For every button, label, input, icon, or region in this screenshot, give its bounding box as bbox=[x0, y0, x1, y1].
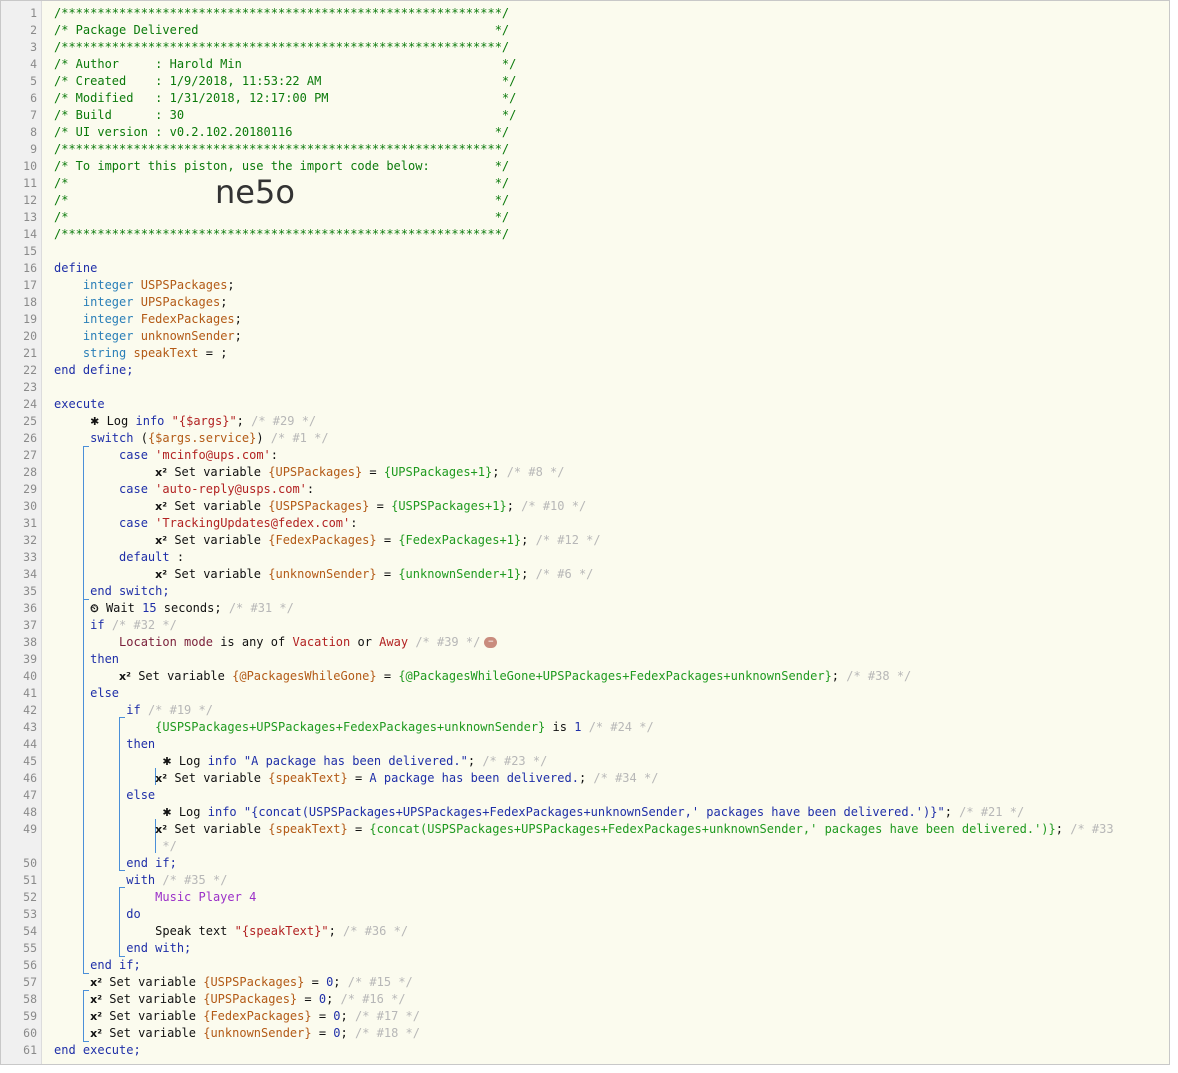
code-line[interactable]: 31 case 'TrackingUpdates@fedex.com': bbox=[1, 515, 1169, 532]
device-name: Music Player 4 bbox=[155, 890, 257, 904]
code-line: 20 integer unknownSender; bbox=[23, 329, 242, 343]
code-line[interactable]: 34 x² Set variable {unknownSender} = {un… bbox=[1, 566, 1169, 583]
code-line: 2/* Package Delivered */ bbox=[30, 23, 510, 37]
code-line: 13/* */ bbox=[23, 210, 510, 224]
code-lines: 1/**************************************… bbox=[1, 5, 1169, 1059]
code-line[interactable]: 56 end if; bbox=[1, 957, 1169, 974]
variable-icon: x² bbox=[155, 500, 168, 513]
code-line: 24 execute bbox=[23, 397, 105, 411]
code-line[interactable]: 32 x² Set variable {FedexPackages} = {Fe… bbox=[1, 532, 1169, 549]
code-line[interactable]: 46 x² Set variable {speakText} = A packa… bbox=[1, 770, 1169, 787]
code-line: 21 string speakText = ; bbox=[23, 346, 228, 360]
variable-icon: x² bbox=[155, 568, 168, 581]
code-line: 1/**************************************… bbox=[30, 6, 510, 20]
code-line[interactable]: 25 ✱ Log info "{$args}"; /* #29 */ bbox=[1, 413, 1169, 430]
code-line: 11/* */ bbox=[23, 176, 510, 190]
code-line[interactable]: 44 then bbox=[1, 736, 1169, 753]
code-line[interactable]: 52 Music Player 4 bbox=[1, 889, 1169, 906]
code-line: 7/* Build : 30 */ bbox=[30, 108, 517, 122]
clock-icon: ⏲ bbox=[90, 602, 99, 615]
code-line[interactable]: 51 with /* #35 */ bbox=[1, 872, 1169, 889]
code-line[interactable]: 36 ⏲ Wait 15 seconds; /* #31 */ bbox=[1, 600, 1169, 617]
variable-icon: x² bbox=[90, 1010, 103, 1023]
code-line[interactable]: 54 Speak text "{speakText}"; /* #36 */ bbox=[1, 923, 1169, 940]
code-line[interactable]: 57 x² Set variable {USPSPackages} = 0; /… bbox=[1, 974, 1169, 991]
code-line[interactable]: 49 x² Set variable {speakText} = {concat… bbox=[1, 821, 1169, 838]
code-line[interactable]: 37 if /* #32 */ bbox=[1, 617, 1169, 634]
code-line[interactable]: 38 Location mode is any of Vacation or A… bbox=[1, 634, 1169, 651]
code-line[interactable]: 42 if /* #19 */ bbox=[1, 702, 1169, 719]
variable-icon: x² bbox=[119, 670, 131, 683]
code-line: 4/* Author : Harold Min */ bbox=[30, 57, 517, 71]
code-line[interactable]: 26 switch ({$args.service}) /* #1 */ bbox=[1, 430, 1169, 447]
piston-code-editor: 1/**************************************… bbox=[0, 0, 1170, 1065]
variable-icon: x² bbox=[155, 534, 168, 547]
code-line: 8/* UI version : v0.2.102.20180116 */ bbox=[30, 125, 510, 139]
code-line[interactable]: 35 end switch; bbox=[1, 583, 1169, 600]
code-line[interactable]: 50 end if; bbox=[1, 855, 1169, 872]
variable-icon: x² bbox=[155, 772, 168, 785]
variable-icon: x² bbox=[90, 1027, 103, 1040]
code-line[interactable]: 29 case 'auto-reply@usps.com': bbox=[1, 481, 1169, 498]
code-line: 18 integer UPSPackages; bbox=[23, 295, 228, 309]
code-line: 19 integer FedexPackages; bbox=[23, 312, 242, 326]
code-line[interactable]: 59 x² Set variable {FedexPackages} = 0; … bbox=[1, 1008, 1169, 1025]
code-line: 6/* Modified : 1/31/2018, 12:17:00 PM */ bbox=[30, 91, 517, 105]
code-line[interactable]: 47 else bbox=[1, 787, 1169, 804]
code-line[interactable]: 28 x² Set variable {UPSPackages} = {UPSP… bbox=[1, 464, 1169, 481]
code-line[interactable]: 53 do bbox=[1, 906, 1169, 923]
variable-icon: x² bbox=[155, 823, 168, 836]
code-line[interactable]: 58 x² Set variable {UPSPackages} = 0; /*… bbox=[1, 991, 1169, 1008]
code-line[interactable]: 27 case 'mcinfo@ups.com': bbox=[1, 447, 1169, 464]
code-line: 10/* To import this piston, use the impo… bbox=[23, 159, 510, 173]
code-line: 23 bbox=[23, 380, 37, 394]
code-line[interactable]: 30 x² Set variable {USPSPackages} = {USP… bbox=[1, 498, 1169, 515]
import-code: ne5o bbox=[215, 173, 295, 211]
bug-icon: ✱ bbox=[90, 415, 100, 428]
code-line[interactable]: 45 ✱ Log info "A package has been delive… bbox=[1, 753, 1169, 770]
code-line[interactable]: 43 {USPSPackages+UPSPackages+FedexPackag… bbox=[1, 719, 1169, 736]
code-line: 3/**************************************… bbox=[30, 40, 510, 54]
code-line: 12/* */ne5o bbox=[23, 173, 510, 211]
code-line[interactable]: 39 then bbox=[1, 651, 1169, 668]
code-line[interactable]: 40 x² Set variable {@PackagesWhileGone} … bbox=[1, 668, 1169, 685]
code-line: 9/**************************************… bbox=[30, 142, 510, 156]
code-line[interactable]: 41 else bbox=[1, 685, 1169, 702]
remove-icon[interactable]: − bbox=[484, 637, 498, 648]
code-line[interactable]: 55 end with; bbox=[1, 940, 1169, 957]
code-line: 14/*************************************… bbox=[23, 227, 510, 241]
code-line: 61 end execute; bbox=[23, 1043, 141, 1057]
code-line: 5/* Created : 1/9/2018, 11:53:22 AM */ bbox=[30, 74, 517, 88]
variable-icon: x² bbox=[155, 466, 168, 479]
variable-icon: x² bbox=[90, 993, 103, 1006]
variable-icon: x² bbox=[90, 976, 103, 989]
code-line: 17 integer USPSPackages; bbox=[23, 278, 235, 292]
bug-icon: ✱ bbox=[162, 806, 172, 819]
code-line: 22 end define; bbox=[23, 363, 134, 377]
code-line[interactable]: 60 x² Set variable {unknownSender} = 0; … bbox=[1, 1025, 1169, 1042]
code-line: 15 bbox=[23, 244, 37, 258]
code-line-wrap: */ bbox=[162, 839, 177, 853]
code-line: 16 define bbox=[23, 261, 98, 275]
bug-icon: ✱ bbox=[162, 755, 172, 768]
code-line[interactable]: 33 default : bbox=[1, 549, 1169, 566]
code-line[interactable]: 48 ✱ Log info "{concat(USPSPackages+UPSP… bbox=[1, 804, 1169, 821]
piston-title: /* Package Delivered */ bbox=[54, 23, 510, 37]
